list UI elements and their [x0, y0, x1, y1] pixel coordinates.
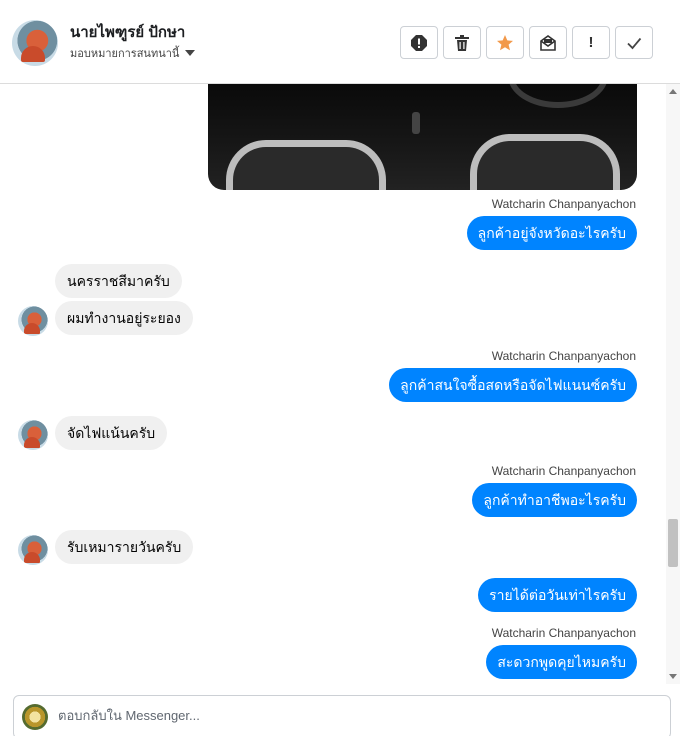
caret-down-icon — [185, 50, 196, 56]
trash-icon — [455, 34, 469, 51]
incoming-message[interactable]: รับเหมารายวันครับ — [55, 530, 194, 564]
done-button[interactable] — [615, 26, 653, 59]
outgoing-message[interactable]: ลูกค้าทำอาชีพอะไรครับ — [472, 483, 637, 517]
star-button[interactable] — [486, 26, 524, 59]
outgoing-message[interactable]: ลูกค้าสนใจซื้อสดหรือจัดไฟแนนซ์ครับ — [389, 368, 637, 402]
contact-avatar-small — [18, 535, 48, 565]
incoming-message[interactable]: ผมทำงานอยู่ระยอง — [55, 301, 193, 335]
scroll-down-arrow-icon[interactable] — [669, 674, 677, 679]
outgoing-message[interactable]: ลูกค้าอยู่จังหวัดอะไรครับ — [466, 216, 637, 250]
check-icon — [627, 37, 642, 49]
page-avatar — [22, 704, 48, 730]
conversation-header: นายไพฑูรย์ ปักษา มอบหมายการสนทนานี้ ! — [0, 0, 680, 84]
conversation-toolbar: ! — [400, 26, 653, 59]
scroll-thumb[interactable] — [668, 519, 678, 567]
sender-name: Watcharin Chanpanyachon — [491, 197, 636, 211]
message-thread[interactable]: Watcharin Chanpanyachon ลูกค้าอยู่จังหวั… — [0, 84, 666, 684]
report-icon — [411, 34, 427, 51]
outgoing-message[interactable]: รายได้ต่อวันเท่าไรครับ — [478, 578, 637, 612]
mark-unread-icon — [540, 34, 556, 51]
reply-composer — [13, 695, 671, 736]
star-icon — [497, 34, 513, 50]
contact-avatar[interactable] — [12, 20, 58, 66]
contact-avatar-small — [18, 420, 48, 450]
mark-unread-button[interactable] — [529, 26, 567, 59]
contact-avatar-small — [18, 306, 48, 336]
photo-seat-right — [470, 134, 620, 190]
photo-steering-wheel — [508, 84, 608, 108]
exclamation-icon: ! — [588, 34, 594, 51]
spam-button[interactable]: ! — [572, 26, 610, 59]
assign-conversation-dropdown[interactable]: มอบหมายการสนทนานี้ — [70, 44, 196, 62]
incoming-message[interactable]: นครราชสีมาครับ — [55, 264, 182, 298]
outgoing-message[interactable]: สะดวกพูดคุยไหมครับ — [486, 645, 637, 679]
sender-name: Watcharin Chanpanyachon — [491, 626, 636, 640]
report-button[interactable] — [400, 26, 438, 59]
photo-seat-left — [226, 140, 386, 190]
delete-button[interactable] — [443, 26, 481, 59]
sender-name: Watcharin Chanpanyachon — [491, 464, 636, 478]
incoming-message[interactable]: จัดไฟแน้นครับ — [55, 416, 168, 450]
car-interior-photo[interactable] — [208, 84, 637, 190]
assign-label: มอบหมายการสนทนานี้ — [70, 48, 180, 60]
thread-scrollbar[interactable] — [666, 84, 680, 684]
photo-gear-stick — [412, 112, 420, 134]
sender-name: Watcharin Chanpanyachon — [491, 349, 636, 363]
reply-input[interactable] — [58, 708, 638, 723]
scroll-up-arrow-icon[interactable] — [669, 89, 677, 94]
contact-name[interactable]: นายไพฑูรย์ ปักษา — [70, 20, 185, 44]
